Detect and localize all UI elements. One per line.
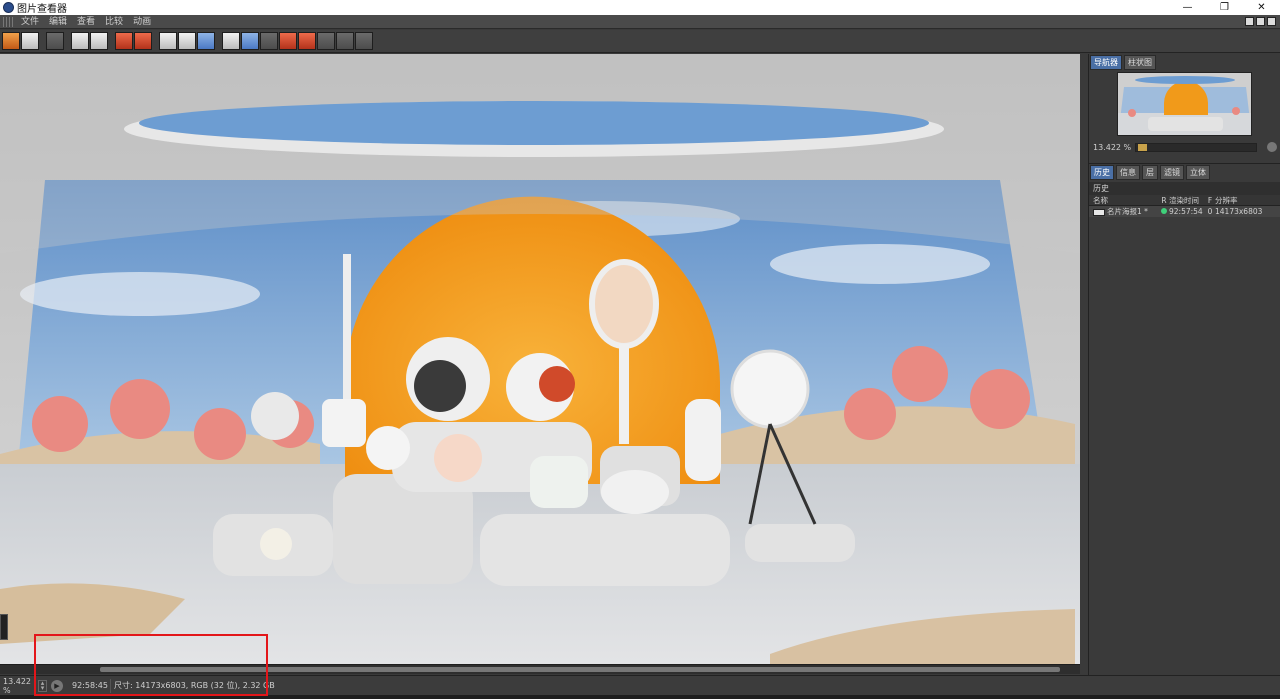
- compare-a-icon[interactable]: [159, 32, 177, 50]
- highlight-annotation-box: [34, 634, 268, 696]
- menu-compare[interactable]: 比较: [100, 15, 128, 29]
- set-b-icon[interactable]: [298, 32, 316, 50]
- row-name: 名片海报1 *: [1107, 207, 1148, 216]
- history-table-header: 名称 R 渲染时间 F 分辨率: [1089, 195, 1280, 206]
- row-f: 0: [1207, 207, 1213, 216]
- render-status-dot-icon: [1161, 208, 1167, 214]
- navigator-zoom-row: 13.422 %: [1089, 141, 1280, 153]
- history-panel: 历史 信息 层 滤镜 立体 历史 名称 R 渲染时间 F 分辨率 名片海报1 *…: [1089, 163, 1280, 675]
- tab-layers[interactable]: 层: [1142, 165, 1158, 180]
- compare-b-icon[interactable]: [178, 32, 196, 50]
- open-file-icon[interactable]: [2, 32, 20, 50]
- navigator-tabs: 导航器 柱状图: [1089, 54, 1280, 71]
- ab-vertical-icon[interactable]: [241, 32, 259, 50]
- row-resolution: 14173x6803: [1215, 207, 1263, 216]
- compare-swap-icon[interactable]: [197, 32, 215, 50]
- toolbar: [0, 30, 1280, 53]
- row-render-time: 92:57:54: [1169, 207, 1203, 216]
- navigator-zoom-value: 13.422 %: [1093, 142, 1132, 152]
- app-icon: [3, 2, 14, 13]
- ab-horizontal-icon[interactable]: [260, 32, 278, 50]
- col-render-time[interactable]: 渲染时间: [1169, 195, 1205, 205]
- menu-view[interactable]: 查看: [72, 15, 100, 29]
- history-section-title: 历史: [1089, 182, 1280, 195]
- window-controls: — ❐ ✕: [1169, 0, 1280, 15]
- layout-single-icon[interactable]: [1256, 17, 1265, 26]
- menu-grip-icon: [3, 16, 13, 27]
- menu-bar: 文件 编辑 查看 比较 动画: [0, 15, 1280, 29]
- table-row[interactable]: 名片海报1 * 92:57:54 0 14173x6803: [1089, 206, 1280, 217]
- navigator-zoom-slider[interactable]: [1135, 142, 1258, 152]
- crop-icon[interactable]: [71, 32, 89, 50]
- navigator-panel: 导航器 柱状图 13.422 %: [1089, 54, 1280, 158]
- user-region-icon[interactable]: [90, 32, 108, 50]
- row-thumbnail: [1093, 208, 1105, 216]
- tab-filters[interactable]: 滤镜: [1160, 165, 1184, 180]
- zoom-slider-handle[interactable]: [1138, 143, 1148, 151]
- filter-2-icon[interactable]: [336, 32, 354, 50]
- status-zoom-value[interactable]: 13.422 %: [0, 677, 38, 695]
- filter-1-icon[interactable]: [317, 32, 335, 50]
- menu-edit[interactable]: 编辑: [44, 15, 72, 29]
- menu-animation[interactable]: 动画: [128, 15, 156, 29]
- col-resolution[interactable]: 分辨率: [1215, 195, 1277, 205]
- panel-tabs: 历史 信息 层 滤镜 立体: [1089, 164, 1280, 181]
- tab-history[interactable]: 历史: [1090, 165, 1114, 180]
- set-a-icon[interactable]: [279, 32, 297, 50]
- filter-3-icon[interactable]: [355, 32, 373, 50]
- tab-stereo[interactable]: 立体: [1186, 165, 1210, 180]
- layout-controls: [1245, 17, 1276, 26]
- restore-button[interactable]: ❐: [1206, 0, 1243, 15]
- paste-layer-icon[interactable]: [134, 32, 152, 50]
- layout-move-icon[interactable]: [1267, 17, 1276, 26]
- tab-histogram[interactable]: 柱状图: [1124, 55, 1156, 70]
- minimize-button[interactable]: —: [1169, 0, 1206, 15]
- navigator-thumbnail[interactable]: [1117, 72, 1252, 136]
- side-panel: 导航器 柱状图 13.422 % 历史 信息 层 滤镜 立体 历史 名称 R 渲…: [1088, 54, 1280, 675]
- rendered-image: [0, 54, 1080, 664]
- title-bar: 图片查看器 — ❐ ✕: [0, 0, 1280, 15]
- col-name[interactable]: 名称: [1089, 195, 1159, 205]
- menu-file[interactable]: 文件: [16, 15, 44, 29]
- close-button[interactable]: ✕: [1243, 0, 1280, 15]
- window-title: 图片查看器: [17, 4, 67, 15]
- save-icon[interactable]: [21, 32, 39, 50]
- copy-layer-icon[interactable]: [115, 32, 133, 50]
- col-f[interactable]: F: [1205, 195, 1215, 205]
- layout-split-icon[interactable]: [1245, 17, 1254, 26]
- tab-info[interactable]: 信息: [1116, 165, 1140, 180]
- col-r[interactable]: R: [1159, 195, 1169, 205]
- ab-split-icon[interactable]: [222, 32, 240, 50]
- side-collapse-handle[interactable]: [0, 614, 8, 640]
- navigator-zoom-button[interactable]: [1267, 142, 1277, 152]
- image-viewport[interactable]: [0, 54, 1080, 664]
- tab-navigator[interactable]: 导航器: [1090, 55, 1122, 70]
- grid-icon[interactable]: [46, 32, 64, 50]
